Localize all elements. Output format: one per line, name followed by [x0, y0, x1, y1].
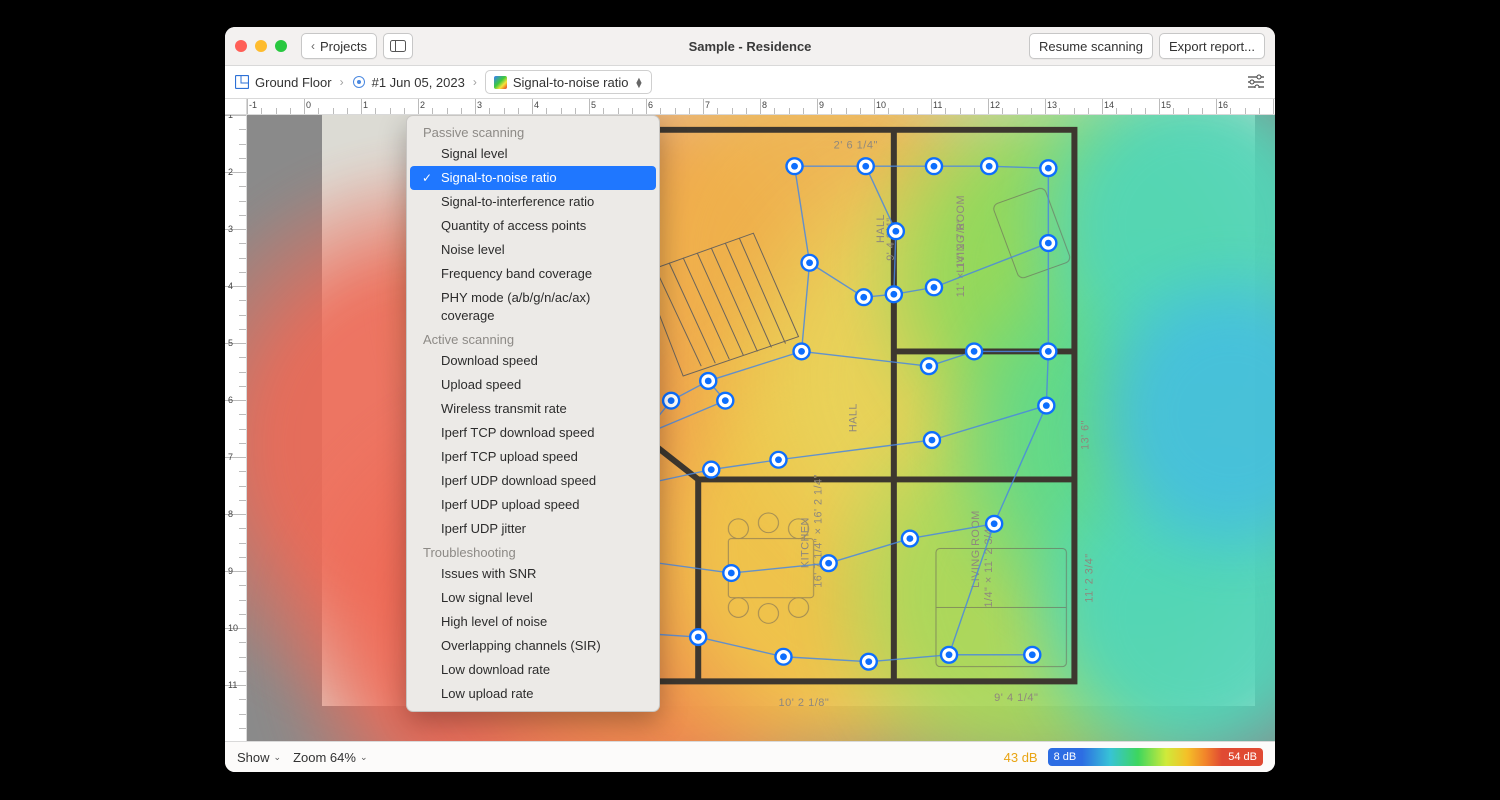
- ruler-vertical: 1234567891011: [225, 115, 247, 741]
- legend-max: 54 dB: [1222, 748, 1263, 766]
- sidebar-toggle-icon: [390, 40, 406, 52]
- dropdown-item[interactable]: Low upload rate: [407, 682, 659, 706]
- zoom-window-icon[interactable]: [275, 40, 287, 52]
- dropdown-item[interactable]: Iperf UDP upload speed: [407, 493, 659, 517]
- status-bar: Show⌄ Zoom 64%⌄ 43 dB 8 dB 54 dB: [225, 741, 1275, 772]
- zoom-menu[interactable]: Zoom 64%⌄: [293, 750, 367, 765]
- stepper-icon: ▲▼: [634, 78, 643, 88]
- metric-selector[interactable]: Signal-to-noise ratio ▲▼: [485, 70, 653, 94]
- dropdown-item[interactable]: High level of noise: [407, 610, 659, 634]
- svg-text:10' 2 1/8": 10' 2 1/8": [778, 697, 829, 706]
- minimize-window-icon[interactable]: [255, 40, 267, 52]
- dropdown-group: Passive scanning: [407, 121, 659, 142]
- legend-gradient: 8 dB 54 dB: [1048, 748, 1263, 766]
- titlebar: ‹ Projects Sample - Residence Resume sca…: [225, 27, 1275, 66]
- resume-scanning-button[interactable]: Resume scanning: [1029, 33, 1153, 59]
- dropdown-item[interactable]: Signal level: [407, 142, 659, 166]
- app-window: ‹ Projects Sample - Residence Resume sca…: [225, 27, 1275, 772]
- dropdown-item[interactable]: Iperf TCP upload speed: [407, 445, 659, 469]
- svg-text:9' 4 1/4": 9' 4 1/4": [994, 692, 1038, 704]
- dropdown-item[interactable]: Upload speed: [407, 373, 659, 397]
- chevron-right-icon: ›: [473, 75, 477, 89]
- canvas[interactable]: LIVING ROOM 11' × 14' 2 7/8" HALL 9' 4 3…: [247, 115, 1275, 741]
- dropdown-group: Troubleshooting: [407, 541, 659, 562]
- back-label: Projects: [320, 39, 367, 54]
- svg-text:16' 7 1/4" × 16' 2 1/4": 16' 7 1/4" × 16' 2 1/4": [813, 474, 825, 588]
- svg-text:HALL: HALL: [848, 403, 860, 432]
- dropdown-item[interactable]: Quantity of access points: [407, 214, 659, 238]
- dropdown-item[interactable]: Download speed: [407, 349, 659, 373]
- dropdown-item[interactable]: Noise level: [407, 238, 659, 262]
- show-menu[interactable]: Show⌄: [237, 750, 281, 765]
- current-value: 43 dB: [1004, 750, 1038, 765]
- metric-dropdown[interactable]: Passive scanningSignal levelSignal-to-no…: [406, 115, 660, 712]
- chevron-left-icon: ‹: [311, 40, 315, 52]
- ruler-origin: [225, 99, 247, 115]
- dropdown-group: Active scanning: [407, 328, 659, 349]
- svg-text:2' 6 1/4": 2' 6 1/4": [834, 140, 878, 152]
- floorplan-icon: [235, 75, 249, 89]
- legend-min: 8 dB: [1048, 748, 1083, 766]
- panel-toggle-button[interactable]: [383, 33, 413, 59]
- dropdown-item[interactable]: Frequency band coverage: [407, 262, 659, 286]
- export-report-button[interactable]: Export report...: [1159, 33, 1265, 59]
- svg-text:KITCHEN: KITCHEN: [799, 517, 811, 568]
- dropdown-item[interactable]: Signal-to-noise ratio: [410, 166, 656, 190]
- dropdown-item[interactable]: Wireless transmit rate: [407, 397, 659, 421]
- chevron-down-icon: ⌄: [274, 752, 282, 763]
- ruler-horizontal: -101234567891011121314151617: [247, 99, 1275, 115]
- chevron-right-icon: ›: [340, 75, 344, 89]
- chevron-down-icon: ⌄: [360, 752, 368, 763]
- target-icon: [352, 75, 366, 89]
- dropdown-item[interactable]: Overlapping channels (SIR): [407, 634, 659, 658]
- back-projects-button[interactable]: ‹ Projects: [301, 33, 377, 59]
- svg-text:11' 2 3/4": 11' 2 3/4": [1083, 553, 1095, 602]
- breadcrumb-bar: Ground Floor › #1 Jun 05, 2023 › Signal-…: [225, 66, 1275, 99]
- dropdown-item[interactable]: Issues with SNR: [407, 562, 659, 586]
- dropdown-item[interactable]: Iperf UDP jitter: [407, 517, 659, 541]
- svg-text:13' 6": 13' 6": [1079, 420, 1091, 450]
- traffic-lights: [235, 40, 287, 52]
- dropdown-item[interactable]: PHY mode (a/b/g/n/ac/ax) coverage: [407, 286, 659, 328]
- legend-scale: [1082, 748, 1222, 766]
- sliders-icon: [1247, 74, 1265, 88]
- dropdown-item[interactable]: Iperf TCP download speed: [407, 421, 659, 445]
- dropdown-item[interactable]: Iperf UDP download speed: [407, 469, 659, 493]
- work-area: -101234567891011121314151617 12345678910…: [225, 99, 1275, 741]
- dropdown-item[interactable]: Low download rate: [407, 658, 659, 682]
- heatmap-swatch-icon: [494, 76, 507, 89]
- svg-text:11' × 14' 2 7/8": 11' × 14' 2 7/8": [955, 219, 967, 298]
- filter-sliders-button[interactable]: [1247, 74, 1265, 91]
- crumb-floor[interactable]: Ground Floor: [235, 75, 332, 90]
- crumb-survey[interactable]: #1 Jun 05, 2023: [352, 75, 465, 90]
- dropdown-item[interactable]: Low signal level: [407, 586, 659, 610]
- dropdown-item[interactable]: Signal-to-interference ratio: [407, 190, 659, 214]
- close-window-icon[interactable]: [235, 40, 247, 52]
